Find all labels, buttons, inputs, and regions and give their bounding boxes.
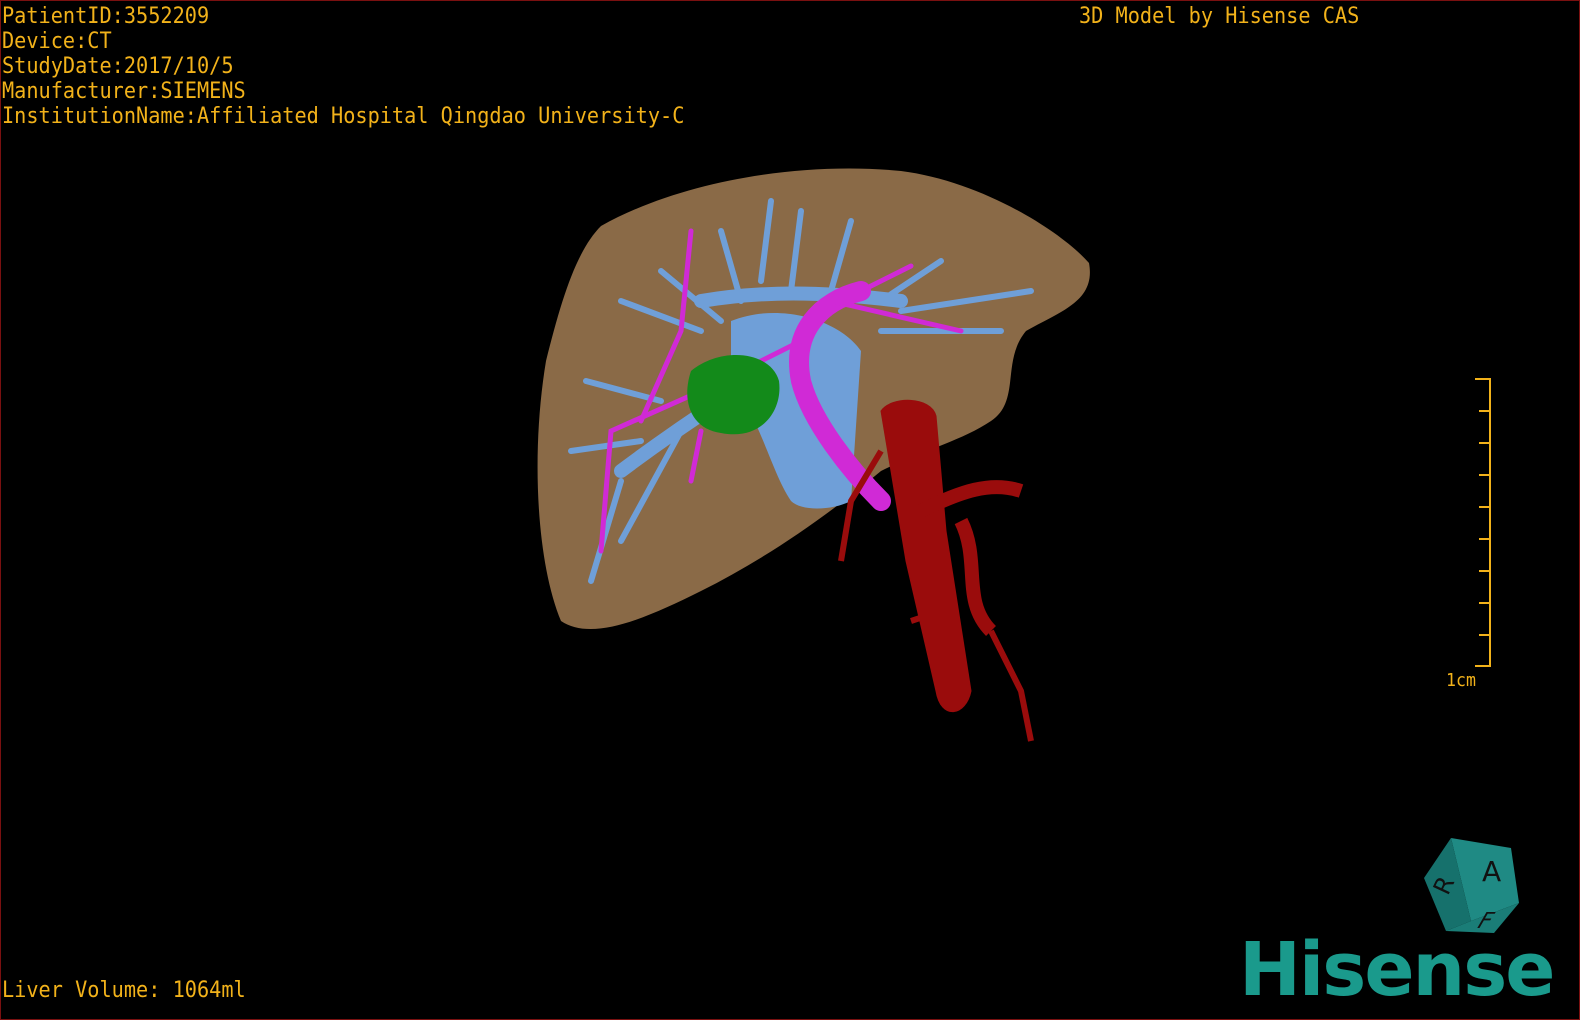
- patient-id: PatientID:3552209: [2, 4, 210, 29]
- institution-name: InstitutionName:Affiliated Hospital Qing…: [2, 104, 685, 129]
- device: Device:CT: [2, 29, 112, 54]
- hisense-logo: Hisense: [1239, 927, 1555, 1013]
- scale-bar: [1475, 378, 1491, 667]
- scale-label: 1cm: [1446, 670, 1476, 691]
- patient-info: PatientID:3552209 Device:CT StudyDate:2017…: [2, 4, 684, 129]
- liver-volume: Liver Volume: 1064ml: [2, 978, 246, 1003]
- model-title: 3D Model by Hisense CAS: [1079, 4, 1360, 29]
- 3d-viewport[interactable]: PatientID:3552209 Device:CT StudyDate:2017…: [0, 0, 1580, 1020]
- cube-face-anterior: A: [1482, 855, 1501, 888]
- manufacturer: Manufacturer:SIEMENS: [2, 79, 246, 104]
- liver-3d-model[interactable]: [1, 1, 1579, 1019]
- study-date: StudyDate:2017/10/5: [2, 54, 234, 79]
